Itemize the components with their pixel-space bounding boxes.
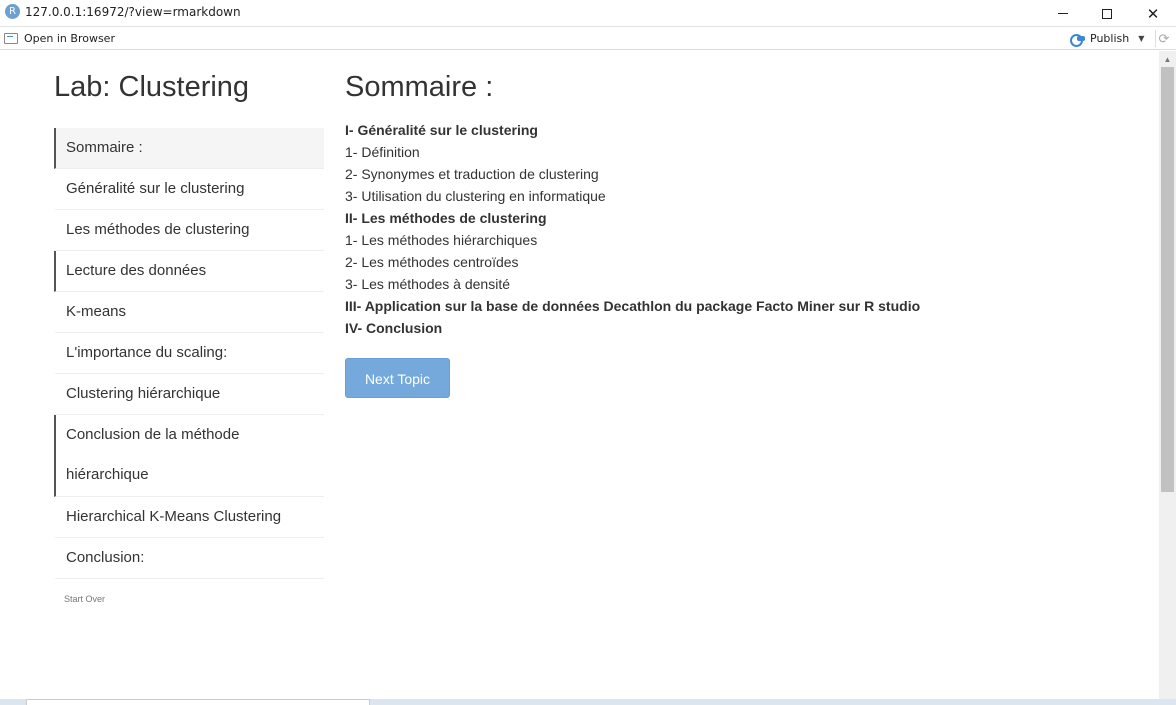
summary-item: 3- Utilisation du clustering en informat… xyxy=(345,188,606,204)
section-title: Sommaire : xyxy=(345,71,494,103)
topic-item-generalite[interactable]: Généralité sur le clustering xyxy=(54,169,324,210)
minimize-icon xyxy=(1058,13,1068,14)
maximize-button[interactable] xyxy=(1084,0,1130,27)
open-in-browser-label: Open in Browser xyxy=(24,32,115,45)
summary-item: 1- Définition xyxy=(345,144,420,160)
topic-item-clustering-hierarchique[interactable]: Clustering hiérarchique xyxy=(54,374,324,415)
start-over-link[interactable]: Start Over xyxy=(64,594,105,604)
close-button[interactable]: ✕ xyxy=(1130,0,1176,27)
topic-nav: Sommaire : Généralité sur le clustering … xyxy=(54,128,324,579)
next-topic-button[interactable]: Next Topic xyxy=(345,358,450,398)
browser-window-icon xyxy=(4,33,18,44)
refresh-icon: ⟳ xyxy=(1158,30,1170,46)
r-logo-icon: R xyxy=(5,4,20,19)
window-titlebar: R 127.0.0.1:16972/?view=rmarkdown ✕ xyxy=(0,0,1176,27)
refresh-button[interactable]: ⟳ xyxy=(1155,30,1172,47)
summary-heading: II- Les méthodes de clustering xyxy=(345,210,547,226)
maximize-icon xyxy=(1102,8,1112,19)
summary-list: I- Généralité sur le clustering 1- Défin… xyxy=(345,119,1135,339)
topic-item-conclusion[interactable]: Conclusion: xyxy=(54,538,324,579)
topic-item-methodes[interactable]: Les méthodes de clustering xyxy=(54,210,324,251)
topic-item-kmeans[interactable]: K-means xyxy=(54,292,324,333)
summary-item: 2- Synonymes et traduction de clustering xyxy=(345,166,599,182)
summary-heading: III- Application sur la base de données … xyxy=(345,298,921,314)
open-in-browser-button[interactable]: Open in Browser xyxy=(4,32,115,45)
scroll-up-icon[interactable]: ▲ xyxy=(1159,51,1176,66)
chevron-down-icon: ▼ xyxy=(1138,34,1145,43)
summary-item: 1- Les méthodes hiérarchiques xyxy=(345,232,538,248)
bottom-pane-tab[interactable] xyxy=(26,699,370,705)
lab-title: Lab: Clustering xyxy=(54,71,250,103)
window-url: 127.0.0.1:16972/?view=rmarkdown xyxy=(25,5,241,19)
summary-item: 3- Les méthodes à densité xyxy=(345,276,510,292)
publish-label: Publish xyxy=(1090,32,1130,45)
summary-heading: I- Généralité sur le clustering xyxy=(345,122,538,138)
topic-item-hierarchical-kmeans[interactable]: Hierarchical K-Means Clustering xyxy=(54,497,324,538)
summary-heading: IV- Conclusion xyxy=(345,320,443,336)
close-icon: ✕ xyxy=(1146,5,1160,23)
publish-button[interactable]: Publish ▼ xyxy=(1070,32,1145,47)
minimize-button[interactable] xyxy=(1040,0,1086,27)
scrollbar-thumb[interactable] xyxy=(1161,67,1174,492)
viewer-toolbar: Open in Browser Publish ▼ ⟳ xyxy=(0,28,1176,50)
topic-item-lecture[interactable]: Lecture des données xyxy=(54,251,324,292)
publish-icon xyxy=(1070,33,1085,47)
vertical-scrollbar[interactable]: ▲ xyxy=(1159,51,1176,699)
summary-item: 2- Les méthodes centroïdes xyxy=(345,254,519,270)
topic-item-conclusion-hierarchique[interactable]: Conclusion de la méthode hiérarchique xyxy=(54,415,324,497)
topic-item-scaling[interactable]: L'importance du scaling: xyxy=(54,333,324,374)
topic-item-sommaire[interactable]: Sommaire : xyxy=(54,128,324,169)
